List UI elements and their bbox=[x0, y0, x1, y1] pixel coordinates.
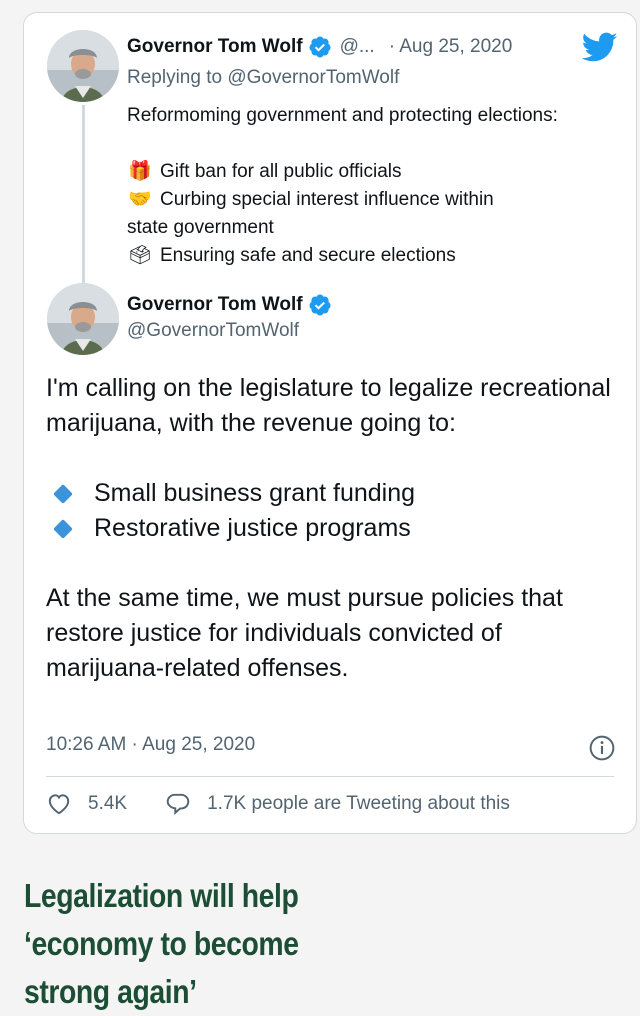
like-count[interactable]: 5.4K bbox=[88, 793, 127, 815]
article-headline: Legalization will help ‘economy to becom… bbox=[24, 877, 299, 1010]
quoted-tweet-text: Reformoming government and protecting el… bbox=[127, 102, 607, 270]
tweet-actions: 5.4K 1.7K people are Tweeting about this bbox=[46, 791, 510, 817]
author-handle[interactable]: @GovernorTomWolf bbox=[127, 320, 299, 342]
tweet-date[interactable]: · Aug 25, 2020 bbox=[389, 36, 513, 58]
tweet-paragraph-2: At the same time, we must pursue policie… bbox=[46, 584, 563, 682]
blue-diamond-icon bbox=[53, 518, 73, 539]
tweet-timestamp[interactable]: 10:26 AM · Aug 25, 2020 bbox=[46, 734, 255, 756]
thread-line bbox=[82, 105, 85, 283]
list-item: 🗳 Ensuring safe and secure elections bbox=[127, 242, 607, 270]
info-icon[interactable] bbox=[589, 735, 615, 761]
author-name[interactable]: Governor Tom Wolf bbox=[127, 294, 303, 316]
author-name[interactable]: Governor Tom Wolf bbox=[127, 36, 303, 58]
blue-diamond-icon bbox=[53, 483, 73, 504]
quoted-intro: Reformoming government and protecting el… bbox=[127, 105, 558, 126]
author-handle[interactable]: @... bbox=[340, 36, 375, 58]
list-item: 🤝 Curbing special interest influence with… bbox=[127, 186, 607, 214]
ballot-box-icon: 🗳 bbox=[127, 245, 153, 266]
reply-bubble-icon[interactable] bbox=[165, 791, 191, 817]
tweet-embed-card[interactable]: Governor Tom Wolf @... · Aug 25, 2020 Re… bbox=[23, 12, 637, 834]
handshake-icon: 🤝 bbox=[128, 189, 152, 210]
list-item-wrap: state government bbox=[127, 217, 274, 238]
main-author-row: Governor Tom Wolf bbox=[127, 293, 332, 317]
verified-badge-icon bbox=[309, 294, 331, 316]
author-avatar-top[interactable] bbox=[47, 30, 119, 102]
replying-to[interactable]: Replying to @GovernorTomWolf bbox=[127, 67, 399, 89]
heart-icon[interactable] bbox=[46, 791, 72, 817]
tweet-paragraph-1: I'm calling on the legislature to legali… bbox=[46, 374, 611, 437]
quoted-author-row: Governor Tom Wolf @... · Aug 25, 2020 bbox=[127, 35, 512, 59]
list-item: Restorative justice programs bbox=[46, 511, 626, 546]
tweet-text: I'm calling on the legislature to legali… bbox=[46, 371, 626, 686]
list-item: Small business grant funding bbox=[46, 476, 626, 511]
divider bbox=[46, 776, 614, 777]
verified-badge-icon bbox=[309, 36, 331, 58]
list-item: 🎁 Gift ban for all public officials bbox=[127, 158, 607, 186]
author-avatar-main[interactable] bbox=[47, 283, 119, 355]
gift-icon: 🎁 bbox=[128, 161, 152, 182]
conversation-count[interactable]: 1.7K people are Tweeting about this bbox=[207, 793, 510, 815]
twitter-bird-icon[interactable] bbox=[582, 29, 618, 65]
